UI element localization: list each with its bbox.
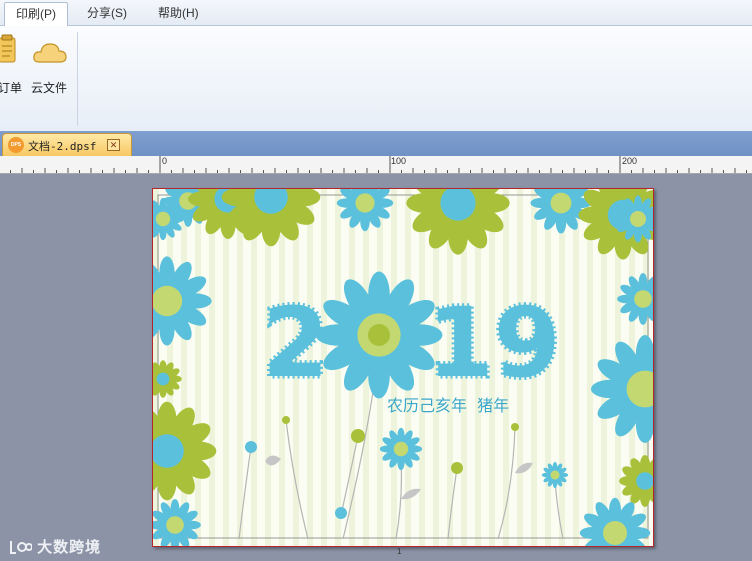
watermark-logo-icon <box>10 541 33 554</box>
ribbon-separator <box>77 32 78 126</box>
menu-share[interactable]: 分享(S) <box>76 2 138 25</box>
order-button[interactable]: 订单 <box>0 34 28 95</box>
cloud-file-label: 云文件 <box>31 81 68 95</box>
lunar-year-text: 农历己亥年 猪年 <box>387 396 510 415</box>
close-tab-icon[interactable]: ✕ <box>107 139 120 151</box>
ribbon: 订单 云文件 <box>0 26 752 132</box>
horizontal-ruler[interactable]: 0 100 200 <box>0 156 752 174</box>
cloud-file-button[interactable]: 云文件 <box>28 34 72 95</box>
watermark-text: 大数跨境 <box>37 539 102 556</box>
order-label: 订单 <box>0 81 23 95</box>
year-text: 2019 <box>153 189 155 190</box>
document-tab-strip: DPS 文档-2.dpsf ✕ <box>0 131 752 156</box>
menu-print[interactable]: 印刷(P) <box>4 2 68 26</box>
cloud-icon <box>33 43 67 63</box>
dps-file-icon: DPS <box>8 137 24 153</box>
menu-help[interactable]: 帮助(H) <box>147 2 210 25</box>
page-number: 1 <box>397 547 402 556</box>
menu-bar: 印刷(P) 分享(S) 帮助(H) <box>0 0 752 26</box>
order-icon <box>0 34 16 63</box>
document-tab[interactable]: DPS 文档-2.dpsf ✕ <box>2 133 132 156</box>
ruler-label-0: 0 <box>162 156 168 166</box>
watermark: 大数跨境 <box>8 536 101 557</box>
ruler-label-100: 100 <box>391 156 407 166</box>
calendar-artwork: 2 19 <box>153 189 653 546</box>
year-digit-2: 2 <box>262 287 329 399</box>
year-digits-19: 19 <box>427 287 561 399</box>
document-title: 文档-2.dpsf <box>28 140 97 153</box>
ruler-ticks <box>10 156 747 173</box>
ruler-label-200: 200 <box>622 156 638 166</box>
calendar-page[interactable]: 2 19 2019 农历己亥年 猪年 <box>152 188 654 547</box>
